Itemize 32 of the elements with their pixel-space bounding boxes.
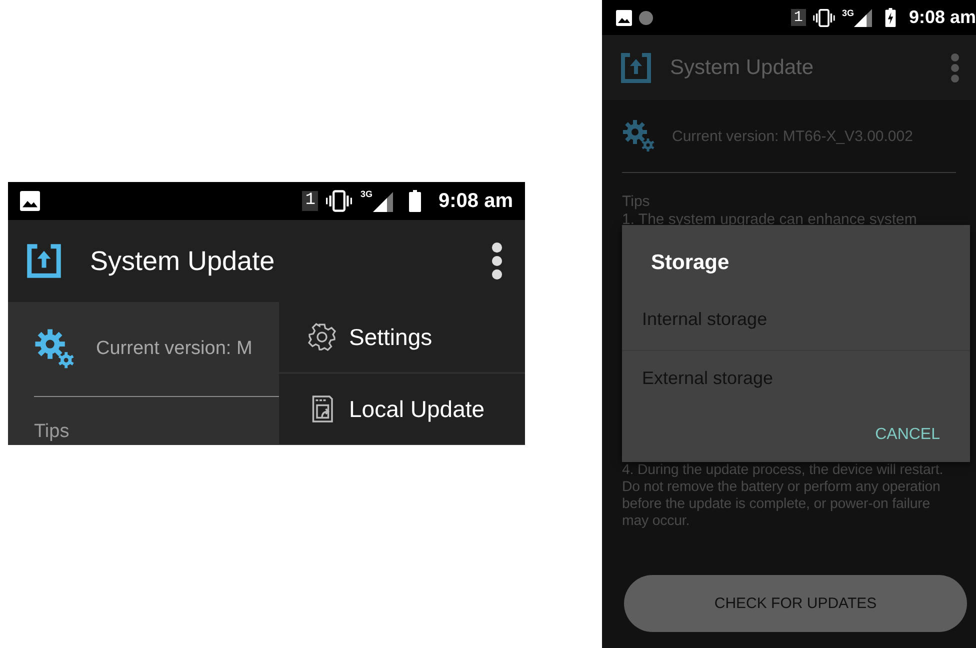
cancel-button[interactable]: CANCEL: [875, 420, 940, 450]
tips-heading: Tips: [622, 193, 651, 211]
image-icon: [20, 191, 40, 211]
app-title: System Update: [90, 246, 276, 276]
sim-indicator: 1: [790, 8, 806, 26]
clock-time: 9:08 am: [438, 190, 513, 212]
gears-icon: [34, 328, 76, 370]
check-updates-button[interactable]: CHECK FOR UPDATES: [624, 575, 967, 632]
menu-item[interactable]: Local Update: [279, 374, 525, 445]
upload-icon: [26, 243, 62, 279]
sim-indicator: 1: [302, 191, 318, 211]
version-text: Current version: M: [96, 338, 252, 360]
network-type-label: 3G: [842, 8, 854, 18]
tip-text: 4. During the update process, the device will restart. Do not remove the battery or perform any operation before the update is complete, or power-on failure may occur.: [622, 462, 944, 530]
clock-time: 9:08 am: [908, 7, 976, 28]
more-options-icon[interactable]: [491, 242, 503, 280]
version-text: Current version: MT66-X_V3.00.002: [672, 128, 913, 144]
circle-icon: [639, 10, 653, 24]
tip-text: 1. The system upgrade can enhance system: [622, 211, 918, 229]
app-title: System Update: [670, 56, 815, 80]
network-type-label: 3G: [360, 190, 372, 199]
vibrate-icon: [812, 8, 835, 26]
tips-heading: Tips: [34, 421, 70, 443]
dialog-title: Storage: [650, 250, 730, 276]
gears-icon: [622, 119, 656, 153]
settings-icon: [307, 322, 337, 352]
upload-icon: [620, 52, 652, 84]
signal-icon: [372, 192, 392, 212]
vibrate-icon: [326, 190, 352, 212]
image-icon: [616, 10, 632, 26]
signal-icon: [854, 8, 872, 26]
menu-item[interactable]: Settings: [279, 302, 525, 374]
